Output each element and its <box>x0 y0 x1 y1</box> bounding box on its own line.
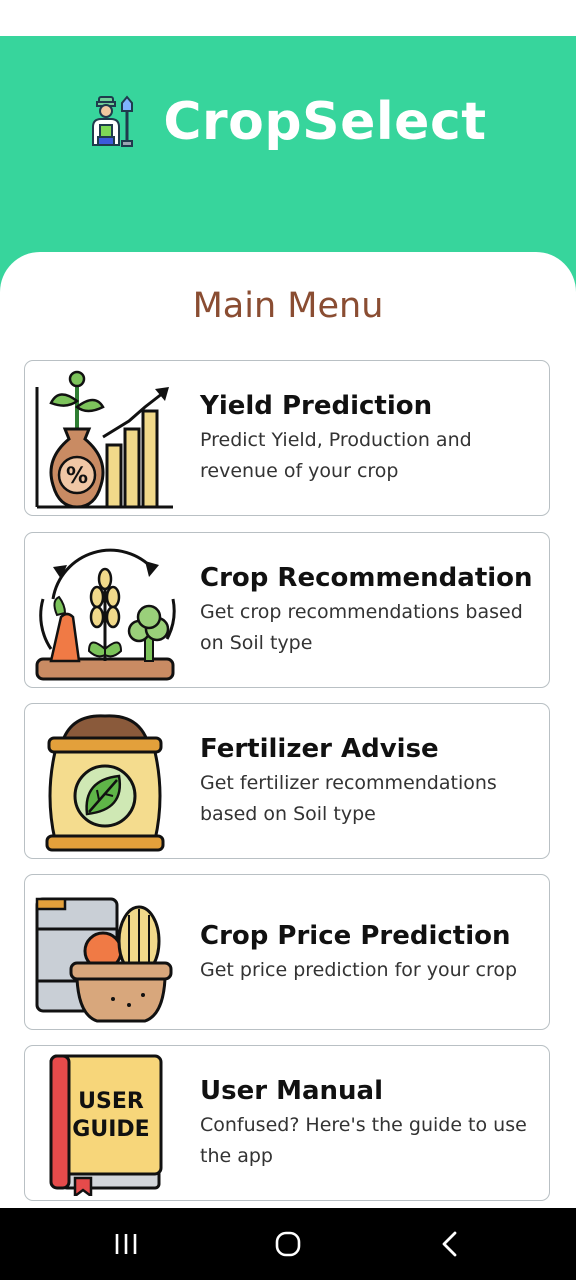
app-title: CropSelect <box>163 92 487 152</box>
card-description: Confused? Here's the guide to use the ap… <box>200 1114 527 1167</box>
home-button[interactable] <box>268 1226 308 1262</box>
guide-text-line-1: USER <box>78 1089 144 1114</box>
crop-price-prediction-card[interactable]: Crop Price Prediction Get price predicti… <box>24 874 550 1030</box>
card-description: Predict Yield, Production and revenue of… <box>200 429 472 482</box>
user-guide-book-icon: USER GUIDE <box>49 1054 163 1196</box>
card-title: Crop Price Prediction <box>200 920 511 951</box>
recents-button[interactable] <box>106 1226 146 1262</box>
card-title: Yield Prediction <box>200 391 433 421</box>
card-title: Fertilizer Advise <box>200 734 439 764</box>
fertilizer-advise-card[interactable]: Fertilizer Advise Get fertilizer recomme… <box>24 703 550 859</box>
crop-basket-icon <box>35 897 173 1023</box>
svg-text:%: % <box>66 464 88 489</box>
page-title: Main Menu <box>192 286 384 326</box>
farmer-icon <box>92 95 134 147</box>
crop-recommendation-card[interactable]: Crop Recommendation Get crop recommendat… <box>24 532 550 688</box>
guide-text-line-2: GUIDE <box>72 1117 149 1142</box>
system-navigation-bar <box>0 1208 576 1280</box>
card-description: Get fertilizer recommendations based on … <box>200 772 497 825</box>
crop-cycle-icon <box>35 548 176 681</box>
card-title: User Manual <box>200 1076 383 1106</box>
card-title: Crop Recommendation <box>200 563 533 593</box>
status-bar <box>0 0 576 36</box>
yield-growth-icon: % <box>35 370 173 509</box>
fertilizer-bag-icon <box>45 714 165 852</box>
app-brand: CropSelect <box>0 82 576 162</box>
user-manual-card[interactable]: USER GUIDE User Manual Confused? Here's … <box>24 1045 550 1201</box>
yield-prediction-card[interactable]: % Yield Prediction Predict Yield, Produc… <box>24 360 550 516</box>
card-description: Get price prediction for your crop <box>200 958 518 981</box>
back-button[interactable] <box>430 1226 470 1262</box>
card-description: Get crop recommendations based on Soil t… <box>200 601 523 654</box>
